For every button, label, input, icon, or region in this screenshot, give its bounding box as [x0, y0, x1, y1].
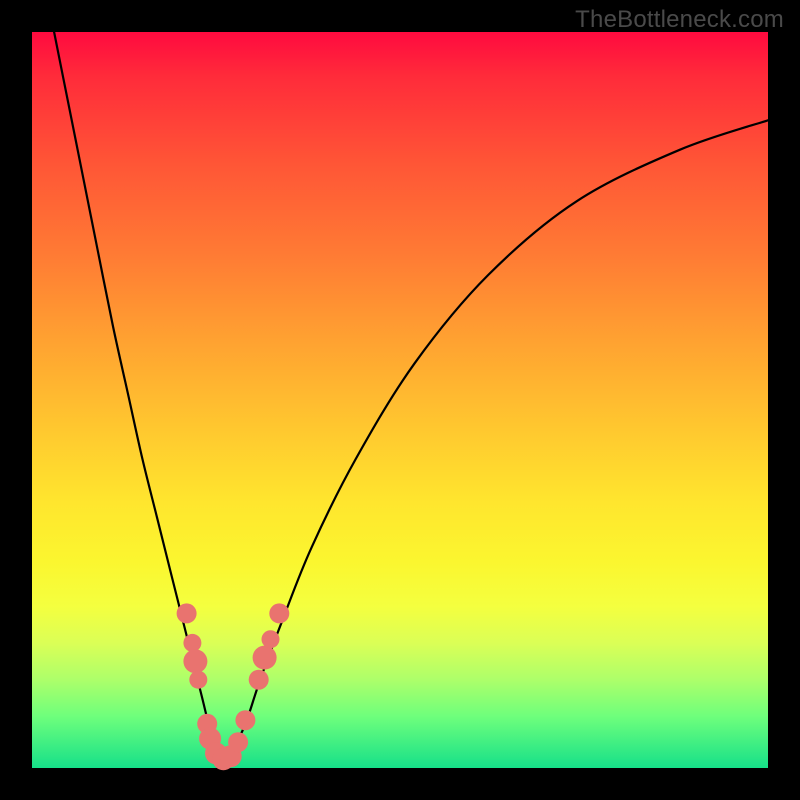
highlight-dot: [249, 670, 269, 690]
highlight-dot: [183, 649, 207, 673]
highlight-dot: [228, 732, 248, 752]
bottleneck-curve-path: [54, 32, 768, 761]
outer-frame: TheBottleneck.com: [0, 0, 800, 800]
highlight-dot: [262, 630, 280, 648]
highlight-dot: [269, 603, 289, 623]
plot-area: [32, 32, 768, 768]
highlight-markers: [177, 603, 290, 770]
highlight-dot: [189, 671, 207, 689]
chart-svg: [32, 32, 768, 768]
highlight-dot: [253, 646, 277, 670]
highlight-dot: [235, 710, 255, 730]
highlight-dot: [183, 634, 201, 652]
watermark-text: TheBottleneck.com: [575, 6, 784, 34]
highlight-dot: [177, 603, 197, 623]
